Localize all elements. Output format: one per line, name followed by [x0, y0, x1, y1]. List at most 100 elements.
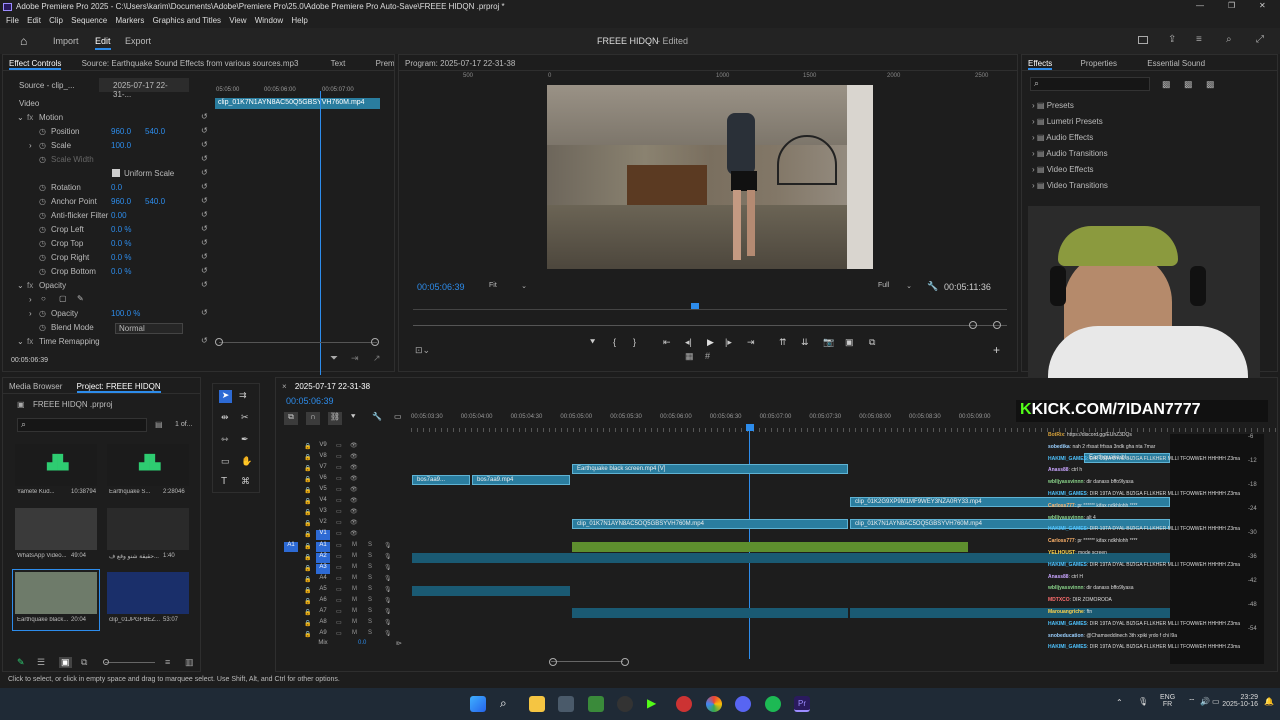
stopwatch-icon[interactable]: ◷: [39, 323, 46, 332]
app-icon-2[interactable]: [676, 696, 692, 712]
go-to-out-icon[interactable]: ⇥: [747, 337, 755, 348]
reset-icon[interactable]: ↺: [201, 168, 208, 177]
tab-effects[interactable]: Effects: [1028, 59, 1053, 70]
track-label[interactable]: A4: [316, 575, 330, 585]
clock[interactable]: 23:29 2025-10-16: [1218, 694, 1258, 708]
lock-icon[interactable]: 🔒: [304, 587, 311, 594]
voiceover-icon[interactable]: 🎙: [384, 575, 392, 582]
voiceover-icon[interactable]: 🎙: [384, 542, 392, 549]
menu-window[interactable]: Window: [255, 16, 283, 25]
track-header-mix[interactable]: Mix 0.0 ⧐: [276, 640, 686, 651]
voiceover-icon[interactable]: 🎙: [384, 597, 392, 604]
reset-icon[interactable]: ↺: [201, 308, 208, 317]
reset-icon[interactable]: ↺: [201, 266, 208, 275]
mute-button[interactable]: M: [352, 542, 357, 548]
ec-value-1[interactable]: 960.0: [111, 197, 131, 206]
timeline-zoom-right[interactable]: [621, 658, 629, 666]
lock-icon[interactable]: 🔒: [304, 631, 311, 638]
stopwatch-icon[interactable]: ◷: [39, 309, 46, 318]
sync-lock-icon[interactable]: ▭: [336, 530, 342, 537]
program-zoom-left[interactable]: [969, 321, 977, 329]
clip-bos-2[interactable]: bos7aa9.mp4: [472, 475, 570, 485]
quality-dropdown[interactable]: Full ⌄: [876, 280, 916, 293]
extract-icon[interactable]: ⇊: [801, 337, 809, 348]
track-label[interactable]: V6: [316, 475, 330, 485]
obs-icon[interactable]: [617, 696, 633, 712]
reset-icon[interactable]: ↺: [201, 336, 208, 345]
track-label[interactable]: V4: [316, 497, 330, 507]
mute-button[interactable]: M: [352, 575, 357, 581]
sequence-clip-label[interactable]: 2025-07-17 22-31-...: [99, 78, 189, 99]
sync-lock-icon[interactable]: ▭: [336, 453, 342, 460]
ec-zoom-left-handle[interactable]: [215, 338, 223, 346]
stopwatch-icon[interactable]: ◷: [39, 197, 46, 206]
lock-icon[interactable]: 🔒: [304, 476, 311, 483]
lock-icon[interactable]: 🔒: [304, 620, 311, 627]
menu-clip[interactable]: Clip: [49, 16, 63, 25]
solo-button[interactable]: S: [368, 630, 372, 636]
mark-in-icon[interactable]: {: [613, 337, 616, 347]
lock-icon[interactable]: 🔒: [304, 598, 311, 605]
eye-icon[interactable]: 👁: [350, 486, 358, 493]
chevron-right-icon[interactable]: ›: [1032, 133, 1035, 142]
source-clip-label[interactable]: Source - clip_...: [19, 81, 75, 90]
stopwatch-icon[interactable]: ◷: [39, 183, 46, 192]
zoom-slider[interactable]: [105, 662, 155, 663]
search-icon[interactable]: ⌕: [500, 696, 516, 712]
thumbnail[interactable]: ▟▙: [107, 444, 189, 486]
linked-selection-icon[interactable]: ⛓: [328, 412, 342, 425]
audio-clip-a7[interactable]: [572, 608, 848, 618]
ec-prop-crop-right[interactable]: ◷ Crop Right 0.0 % ↺: [3, 251, 213, 265]
ec-value-1[interactable]: 0.0: [111, 183, 122, 192]
progress-icon[interactable]: ≡: [1196, 34, 1202, 45]
effects-folder-1[interactable]: › ▤ Lumetri Presets: [1032, 117, 1103, 131]
track-label[interactable]: V7: [316, 464, 330, 474]
voiceover-icon[interactable]: 🎙: [384, 553, 392, 560]
razor-icon[interactable]: ✂: [241, 412, 249, 423]
tab-project[interactable]: Project: FREEE HIDQN: [76, 382, 161, 393]
reset-icon[interactable]: ↺: [201, 112, 208, 121]
timeline-playhead-handle[interactable]: [746, 424, 754, 431]
tab-essential-sound[interactable]: Essential Sound: [1147, 59, 1205, 68]
ec-prop-anchor-point[interactable]: ◷ Anchor Point 960.0 540.0 ↺: [3, 195, 213, 209]
eye-icon[interactable]: 👁: [350, 530, 358, 537]
fx-icon[interactable]: fx: [27, 113, 33, 122]
language-indicator[interactable]: ENG FR: [1160, 694, 1175, 708]
stopwatch-icon[interactable]: ◷: [39, 141, 46, 150]
track-label[interactable]: V3: [316, 508, 330, 518]
track-header-a6[interactable]: 🔒 A6 ▭ M S 🎙: [276, 597, 686, 608]
discord-icon[interactable]: [735, 696, 751, 712]
ec-prop-crop-bottom[interactable]: ◷ Crop Bottom 0.0 % ↺: [3, 265, 213, 279]
ec-prop-time-remapping[interactable]: ⌄ fx Time Remapping ↺: [3, 335, 213, 349]
project-item[interactable]: حقيقة شنو وقع ف... 1:40: [105, 506, 191, 566]
solo-button[interactable]: S: [368, 553, 372, 559]
ec-value-2[interactable]: 540.0: [145, 197, 165, 206]
stopwatch-icon[interactable]: ◷: [39, 127, 46, 136]
lock-icon[interactable]: 🔒: [304, 454, 311, 461]
timeline-timecode[interactable]: 00:05:06:39: [286, 396, 334, 406]
sync-lock-icon[interactable]: ▭: [336, 508, 342, 515]
mark-out-icon[interactable]: }: [633, 337, 636, 347]
project-item[interactable]: ▟▙ Earthquake S... 2:28046: [105, 442, 191, 502]
ec-zoom-right-handle[interactable]: [371, 338, 379, 346]
eye-icon[interactable]: 👁: [350, 464, 358, 471]
timeline-zoom-track[interactable]: [551, 661, 623, 662]
mute-button[interactable]: M: [352, 597, 357, 603]
ec-prop-anti-flicker[interactable]: ◷ Anti-flicker Filter 0.00 ↺: [3, 209, 213, 223]
eye-icon[interactable]: 👁: [350, 519, 358, 526]
windows-start-icon[interactable]: [470, 696, 486, 712]
rect-mask-icon[interactable]: ▢: [59, 294, 67, 303]
mute-button[interactable]: M: [352, 630, 357, 636]
expand-icon[interactable]: ⌄: [17, 281, 24, 290]
audio-clip-a5[interactable]: [412, 586, 570, 596]
sync-lock-icon[interactable]: ▭: [336, 553, 342, 560]
sync-lock-icon[interactable]: ▭: [336, 442, 342, 449]
track-label[interactable]: A2: [316, 553, 330, 563]
tab-effect-controls[interactable]: Effect Controls: [9, 59, 62, 70]
zoom-handle[interactable]: [103, 659, 109, 665]
workspaces-icon[interactable]: [1138, 36, 1148, 44]
effects-folder-3[interactable]: › ▤ Audio Transitions: [1032, 149, 1108, 163]
mute-button[interactable]: M: [352, 619, 357, 625]
sync-lock-icon[interactable]: ▭: [336, 630, 342, 637]
ec-prop-opacity-masks[interactable]: › ○ ▢ ✎: [3, 293, 213, 307]
